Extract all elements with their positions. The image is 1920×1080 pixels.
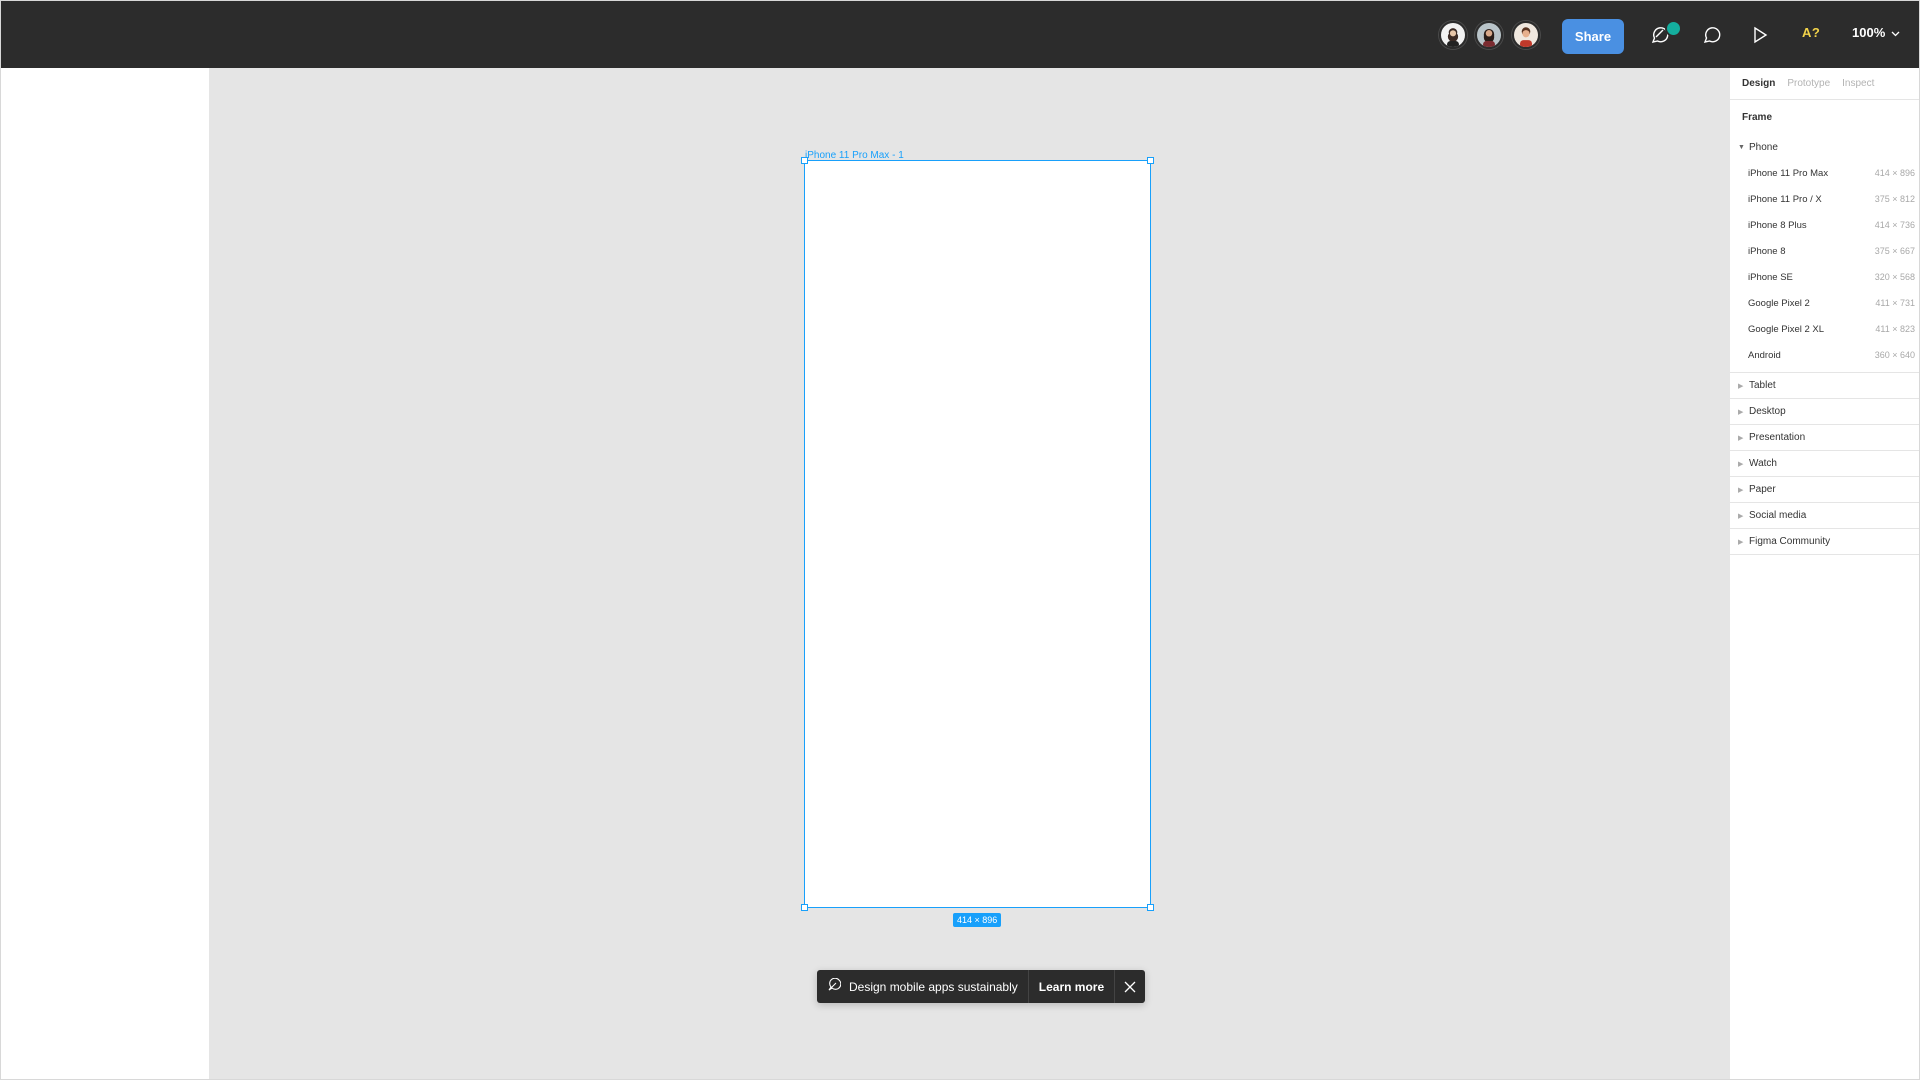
preset-size: 411 × 731 bbox=[1875, 298, 1915, 308]
preset-name: iPhone 8 bbox=[1748, 245, 1786, 257]
close-icon[interactable] bbox=[1115, 970, 1145, 1003]
preset-name: Google Pixel 2 XL bbox=[1748, 323, 1825, 335]
preset-size: 414 × 736 bbox=[1874, 220, 1915, 230]
preset-size: 375 × 812 bbox=[1874, 194, 1915, 204]
top-toolbar: Share A? 100% bbox=[1, 1, 1919, 68]
frame-size-badge: 414 × 896 bbox=[953, 913, 1002, 927]
category-phone[interactable]: ▼ Phone bbox=[1730, 134, 1919, 160]
category-label: Presentation bbox=[1749, 432, 1806, 443]
preset-size: 320 × 568 bbox=[1874, 272, 1915, 282]
category-desktop[interactable]: ▶ Desktop bbox=[1730, 399, 1919, 425]
preset-size: 375 × 667 bbox=[1874, 246, 1915, 256]
preset-google-pixel-2-xl[interactable]: Google Pixel 2 XL 411 × 823 bbox=[1730, 316, 1919, 342]
preset-name: Google Pixel 2 bbox=[1748, 297, 1810, 309]
toast-text: Design mobile apps sustainably bbox=[849, 979, 1018, 994]
toast-message: Design mobile apps sustainably bbox=[817, 970, 1029, 1003]
caret-right-icon: ▶ bbox=[1738, 512, 1744, 520]
preset-name: Android bbox=[1748, 349, 1781, 361]
tab-inspect[interactable]: Inspect bbox=[1842, 78, 1874, 89]
leaf-icon bbox=[827, 977, 842, 995]
selected-frame[interactable] bbox=[801, 157, 1154, 911]
resize-handle-top-left[interactable] bbox=[801, 157, 808, 164]
preset-iphone-se[interactable]: iPhone SE 320 × 568 bbox=[1730, 264, 1919, 290]
preset-name: iPhone SE bbox=[1748, 271, 1793, 283]
preset-size: 414 × 896 bbox=[1874, 168, 1915, 178]
preset-android[interactable]: Android 360 × 640 bbox=[1730, 342, 1919, 368]
caret-right-icon: ▶ bbox=[1738, 486, 1744, 494]
caret-right-icon: ▶ bbox=[1738, 434, 1744, 442]
preset-size: 411 × 823 bbox=[1875, 324, 1915, 334]
preset-iphone-8-plus[interactable]: iPhone 8 Plus 414 × 736 bbox=[1730, 212, 1919, 238]
preset-iphone-11-pro-x[interactable]: iPhone 11 Pro / X 375 × 812 bbox=[1730, 186, 1919, 212]
figma-window: Share A? 100% iPhone 11 Pro Max - 1 414 … bbox=[0, 0, 1920, 1080]
category-figma-community[interactable]: ▶ Figma Community bbox=[1730, 529, 1919, 555]
category-label: Desktop bbox=[1749, 406, 1786, 417]
preset-iphone-11-pro-max[interactable]: iPhone 11 Pro Max 414 × 896 bbox=[1730, 160, 1919, 186]
user-avatar-2[interactable] bbox=[1475, 21, 1503, 49]
preset-name: iPhone 8 Plus bbox=[1748, 219, 1807, 231]
category-social-media[interactable]: ▶ Social media bbox=[1730, 503, 1919, 529]
preset-google-pixel-2[interactable]: Google Pixel 2 411 × 731 bbox=[1730, 290, 1919, 316]
category-label: Paper bbox=[1749, 484, 1776, 495]
layers-panel bbox=[1, 68, 210, 1079]
caret-down-icon: ▼ bbox=[1738, 143, 1745, 151]
notification-toast: Design mobile apps sustainably Learn mor… bbox=[817, 970, 1146, 1003]
chevron-down-icon bbox=[1891, 25, 1900, 40]
resize-handle-bottom-right[interactable] bbox=[1147, 904, 1154, 911]
category-label: Social media bbox=[1749, 510, 1807, 521]
tab-prototype[interactable]: Prototype bbox=[1787, 78, 1830, 89]
learn-more-button[interactable]: Learn more bbox=[1029, 970, 1116, 1003]
resize-handle-bottom-left[interactable] bbox=[801, 904, 808, 911]
canvas[interactable]: iPhone 11 Pro Max - 1 414 × 896 Design m… bbox=[210, 68, 1729, 1079]
comment-icon[interactable] bbox=[1698, 21, 1726, 49]
user-avatar-1[interactable] bbox=[1439, 21, 1467, 49]
presence-indicator bbox=[1665, 20, 1682, 37]
caret-right-icon: ▶ bbox=[1738, 460, 1744, 468]
category-label: Figma Community bbox=[1749, 536, 1831, 547]
category-paper[interactable]: ▶ Paper bbox=[1730, 477, 1919, 503]
category-phone-group: ▼ Phone iPhone 11 Pro Max 414 × 896 iPho… bbox=[1730, 134, 1919, 373]
play-icon[interactable] bbox=[1746, 21, 1774, 49]
preset-name: iPhone 11 Pro Max bbox=[1748, 167, 1829, 179]
category-label: Phone bbox=[1749, 141, 1778, 153]
caret-right-icon: ▶ bbox=[1738, 382, 1744, 390]
zoom-dropdown[interactable]: 100% bbox=[1852, 25, 1900, 40]
caret-right-icon: ▶ bbox=[1738, 538, 1744, 546]
caret-right-icon: ▶ bbox=[1738, 408, 1744, 416]
preset-size: 360 × 640 bbox=[1874, 350, 1915, 360]
tab-design[interactable]: Design bbox=[1742, 78, 1775, 89]
category-watch[interactable]: ▶ Watch bbox=[1730, 451, 1919, 477]
frame-label[interactable]: iPhone 11 Pro Max - 1 bbox=[805, 150, 904, 161]
share-button[interactable]: Share bbox=[1562, 19, 1624, 54]
category-tablet[interactable]: ▶ Tablet bbox=[1730, 373, 1919, 399]
missing-fonts-indicator[interactable]: A? bbox=[1802, 25, 1820, 40]
category-presentation[interactable]: ▶ Presentation bbox=[1730, 425, 1919, 451]
panel-tabs: Design Prototype Inspect bbox=[1730, 68, 1919, 100]
preset-iphone-8[interactable]: iPhone 8 375 × 667 bbox=[1730, 238, 1919, 264]
category-label: Watch bbox=[1749, 458, 1777, 469]
resize-handle-top-right[interactable] bbox=[1147, 157, 1154, 164]
user-avatar-3[interactable] bbox=[1512, 21, 1540, 49]
section-title-frame: Frame bbox=[1742, 111, 1773, 123]
properties-panel: Design Prototype Inspect Frame ▼ Phone i… bbox=[1729, 68, 1919, 1079]
zoom-level: 100% bbox=[1852, 25, 1886, 40]
category-label: Tablet bbox=[1749, 380, 1776, 391]
preset-name: iPhone 11 Pro / X bbox=[1748, 193, 1822, 205]
